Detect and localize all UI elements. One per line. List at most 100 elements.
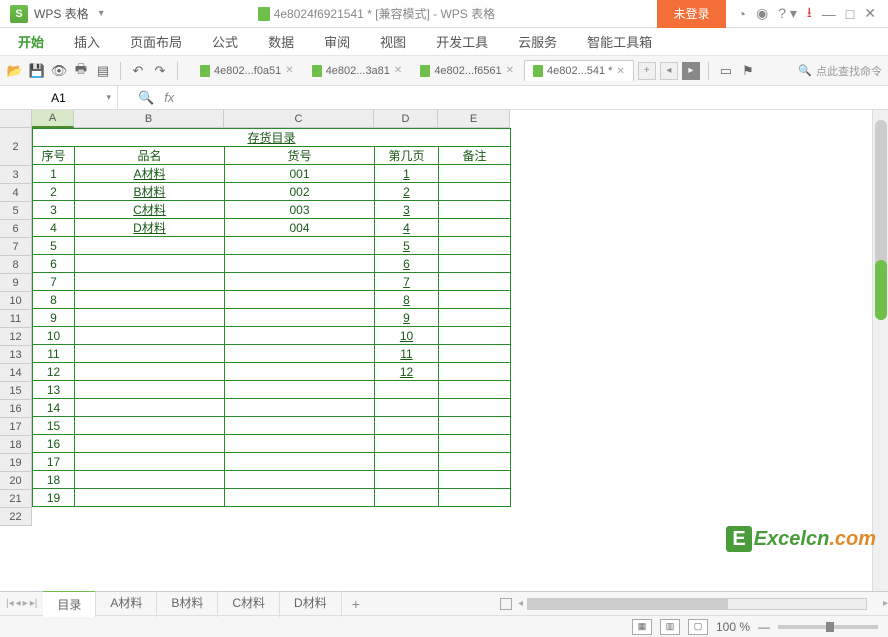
file-tab[interactable]: 4e802...f6561✕ (412, 61, 522, 81)
titlebar: S WPS 表格 ▾ 4e8024f6921541 * [兼容模式] - WPS… (0, 0, 888, 28)
row-header-9[interactable]: 9 (0, 274, 32, 292)
row-header-7[interactable]: 7 (0, 238, 32, 256)
close-tab-icon[interactable]: ✕ (616, 66, 624, 77)
sheet-tab-B材料[interactable]: B材料 (157, 590, 218, 617)
row-header-22[interactable]: 22 (0, 508, 32, 526)
sheet-first-icon[interactable]: |◂ (6, 598, 14, 609)
menu-审阅[interactable]: 审阅 (324, 32, 350, 51)
column-headers[interactable]: ABCDE (32, 110, 510, 128)
row-header-21[interactable]: 21 (0, 490, 32, 508)
row-header-20[interactable]: 20 (0, 472, 32, 490)
close-tab-icon[interactable]: ✕ (506, 65, 514, 76)
fx-label[interactable]: fx (164, 90, 174, 105)
close-tab-icon[interactable]: ✕ (285, 65, 293, 76)
row-header-2[interactable]: 2 (0, 128, 32, 166)
menu-智能工具箱[interactable]: 智能工具箱 (587, 32, 652, 51)
col-header-B[interactable]: B (74, 110, 224, 128)
open-icon[interactable]: 📂 (6, 62, 24, 80)
sync-icon[interactable]: ◔ (738, 6, 746, 22)
app-name: WPS 表格 (34, 5, 89, 22)
tab-prev-button[interactable]: ◂ (660, 62, 678, 80)
row-header-5[interactable]: 5 (0, 202, 32, 220)
menu-数据[interactable]: 数据 (268, 32, 294, 51)
minimize-button[interactable]: — (822, 6, 836, 22)
row-header-10[interactable]: 10 (0, 292, 32, 310)
row-headers[interactable]: 2345678910111213141516171819202122 (0, 128, 32, 526)
print-preview-icon[interactable]: 👁 (50, 62, 68, 80)
sheet-last-icon[interactable]: ▸| (30, 598, 38, 609)
row-header-13[interactable]: 13 (0, 346, 32, 364)
menu-视图[interactable]: 视图 (380, 32, 406, 51)
sheet-prev-icon[interactable]: ◂ (16, 598, 21, 609)
zoom-out-button[interactable]: — (758, 620, 770, 634)
zoom-slider[interactable] (778, 625, 878, 629)
row-header-17[interactable]: 17 (0, 418, 32, 436)
cells[interactable]: 存货目录序号品名货号第几页备注1A材料00112B材料00223C材料00334… (32, 128, 511, 507)
col-header-E[interactable]: E (438, 110, 510, 128)
col-header-C[interactable]: C (224, 110, 374, 128)
tab-next-button[interactable]: ▸ (682, 62, 700, 80)
pin-icon[interactable]: ⭳ (807, 2, 812, 26)
flag-icon[interactable]: ⚑ (739, 62, 757, 80)
row-header-3[interactable]: 3 (0, 166, 32, 184)
print-icon[interactable]: 🖶 (72, 62, 90, 80)
row-header-14[interactable]: 14 (0, 364, 32, 382)
col-header-D[interactable]: D (374, 110, 438, 128)
search-icon[interactable]: 🔍 (798, 64, 812, 77)
row-header-11[interactable]: 11 (0, 310, 32, 328)
reading-view-icon[interactable]: ▢ (688, 619, 708, 635)
menu-公式[interactable]: 公式 (212, 32, 238, 51)
menu-云服务[interactable]: 云服务 (518, 32, 557, 51)
sheet-tab-A材料[interactable]: A材料 (96, 590, 157, 617)
document-icon (258, 7, 270, 21)
search-placeholder[interactable]: 点此查找命令 (816, 63, 882, 79)
print-area-icon[interactable]: ▤ (94, 62, 112, 80)
skin-icon[interactable]: ◉ (756, 5, 768, 22)
file-tab[interactable]: 4e802...3a81✕ (304, 61, 411, 81)
menu-开始[interactable]: 开始 (18, 32, 44, 51)
row-header-4[interactable]: 4 (0, 184, 32, 202)
row-header-6[interactable]: 6 (0, 220, 32, 238)
col-header-A[interactable]: A (32, 110, 74, 128)
app-logo-icon: S (10, 5, 28, 23)
statusbar: ▦ ▥ ▢ 100 % — (0, 615, 888, 637)
app-menu-dropdown-icon[interactable]: ▾ (95, 8, 108, 19)
split-handle[interactable] (500, 598, 512, 610)
vertical-scrollbar[interactable] (872, 110, 888, 591)
maximize-button[interactable]: □ (846, 6, 854, 22)
help-icon[interactable]: ? ▾ (778, 5, 797, 22)
save-icon[interactable]: 💾 (28, 62, 46, 80)
redo-icon[interactable]: ↷ (151, 62, 169, 80)
undo-icon[interactable]: ↶ (129, 62, 147, 80)
select-all-corner[interactable] (0, 110, 32, 128)
sheet-tab-D材料[interactable]: D材料 (280, 590, 342, 617)
name-box[interactable]: A1▾ (0, 86, 118, 109)
sheet-tab-目录[interactable]: 目录 (43, 590, 96, 617)
page-layout-view-icon[interactable]: ▥ (660, 619, 680, 635)
sheet-next-icon[interactable]: ▸ (23, 598, 28, 609)
sheet-tab-bar: |◂ ◂ ▸ ▸| 目录A材料B材料C材料D材料 + ◂ ▸ (0, 591, 888, 615)
file-tab[interactable]: 4e802...f0a51✕ (192, 61, 302, 81)
menu-页面布局[interactable]: 页面布局 (130, 32, 182, 51)
close-tab-icon[interactable]: ✕ (394, 65, 402, 76)
magnify-icon[interactable]: 🔍 (138, 90, 154, 106)
close-button[interactable]: ✕ (864, 5, 876, 22)
normal-view-icon[interactable]: ▦ (632, 619, 652, 635)
row-header-8[interactable]: 8 (0, 256, 32, 274)
login-button[interactable]: 未登录 (657, 0, 725, 28)
spreadsheet-grid[interactable]: ABCDE 2345678910111213141516171819202122… (0, 110, 888, 591)
add-sheet-button[interactable]: + (342, 592, 370, 616)
menu-插入[interactable]: 插入 (74, 32, 100, 51)
row-header-19[interactable]: 19 (0, 454, 32, 472)
sheet-tab-C材料[interactable]: C材料 (218, 590, 280, 617)
row-header-12[interactable]: 12 (0, 328, 32, 346)
file-tab[interactable]: 4e802...541 *✕ (524, 60, 634, 81)
window-icon[interactable]: ▭ (717, 62, 735, 80)
row-header-16[interactable]: 16 (0, 400, 32, 418)
horizontal-scrollbar[interactable] (527, 598, 867, 610)
row-header-15[interactable]: 15 (0, 382, 32, 400)
row-header-18[interactable]: 18 (0, 436, 32, 454)
menu-开发工具[interactable]: 开发工具 (436, 32, 488, 51)
new-tab-button[interactable]: + (638, 62, 656, 80)
zoom-level[interactable]: 100 % (716, 620, 750, 634)
